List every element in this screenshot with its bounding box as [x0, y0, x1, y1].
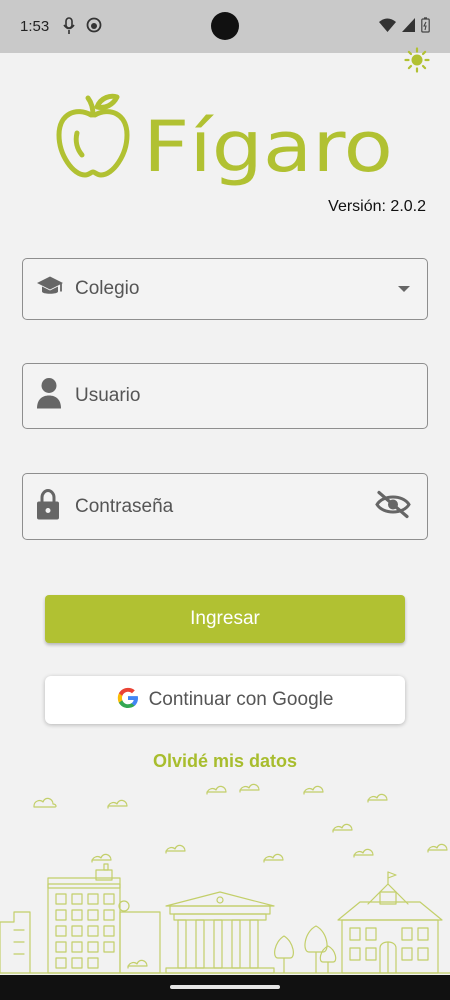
google-signin-button[interactable]: Continuar con Google: [45, 676, 405, 724]
cityscape-illustration: [0, 780, 450, 975]
usuario-placeholder: Usuario: [75, 385, 141, 406]
theme-toggle-button[interactable]: [404, 47, 430, 73]
battery-icon: [421, 17, 430, 38]
system-nav-bar: [0, 975, 450, 1000]
left-building: [0, 863, 161, 974]
login-button[interactable]: Ingresar: [45, 595, 405, 643]
visibility-off-icon[interactable]: [375, 490, 411, 523]
person-icon: [36, 378, 62, 415]
mic-notification-icon: [62, 17, 76, 40]
front-camera: [211, 12, 239, 40]
home-gesture-handle[interactable]: [170, 985, 280, 989]
forgot-credentials-link[interactable]: Olvidé mis datos: [0, 751, 450, 772]
android-notification-icon: [86, 17, 102, 38]
apple-icon: [56, 93, 130, 178]
app-version: Versión: 2.0.2: [328, 198, 426, 215]
status-bar: 1:53: [0, 0, 450, 53]
colegio-dropdown[interactable]: Colegio: [22, 258, 428, 320]
central-building: [165, 891, 275, 974]
usuario-input[interactable]: Usuario: [22, 363, 428, 429]
graduation-cap-icon: [36, 276, 64, 303]
google-icon: [117, 687, 139, 714]
trees: [274, 925, 337, 974]
wifi-icon: [379, 18, 396, 37]
google-button-label: Continuar con Google: [148, 689, 334, 710]
logo-text: Fígaro: [143, 106, 393, 188]
colegio-label: Colegio: [75, 278, 140, 299]
lock-icon: [36, 488, 60, 525]
password-input[interactable]: Contraseña: [22, 473, 428, 540]
app-logo: Fígaro: [55, 93, 395, 188]
dropdown-arrow-icon: [397, 280, 411, 298]
status-time: 1:53: [20, 18, 50, 35]
right-school: [337, 871, 443, 974]
sun-icon: [404, 47, 430, 73]
password-placeholder: Contraseña: [75, 495, 174, 517]
signal-icon: [402, 18, 415, 37]
